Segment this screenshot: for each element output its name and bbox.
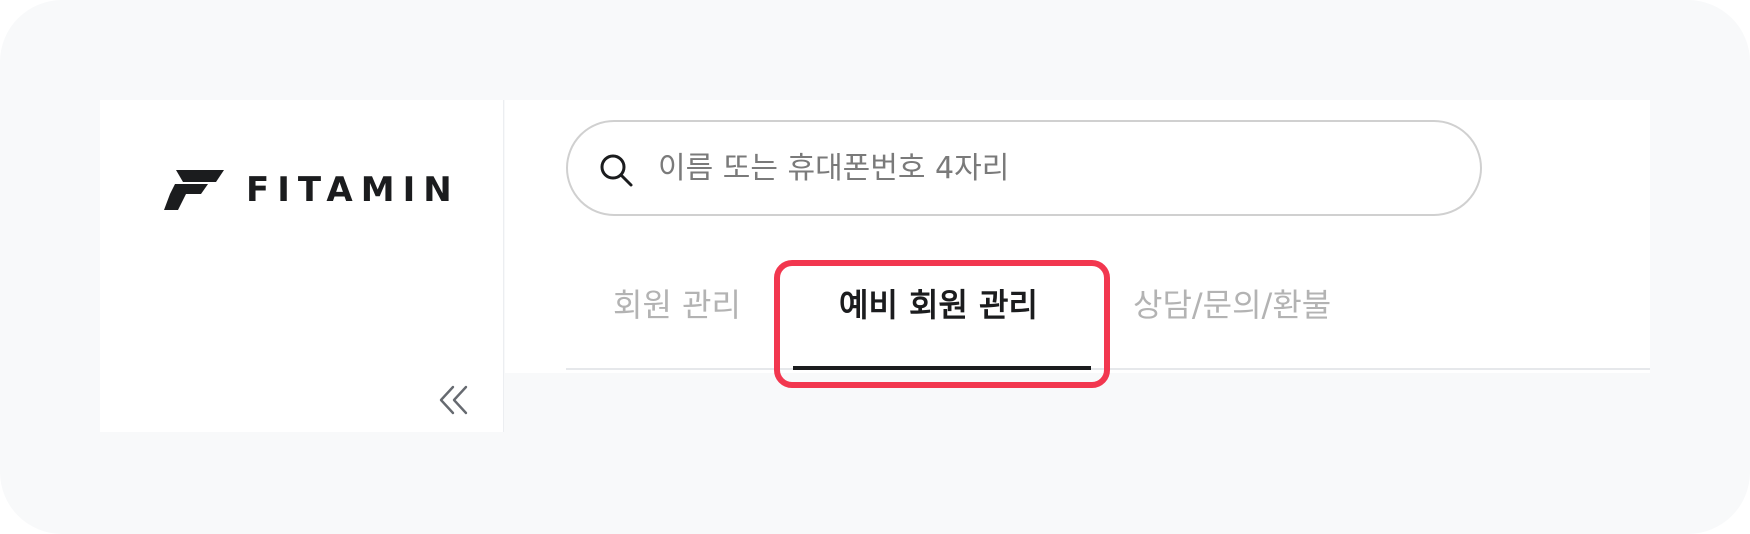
brand-name: FITAMIN (246, 170, 460, 210)
brand-logo[interactable]: FITAMIN (164, 170, 460, 210)
highlight-box (774, 260, 1110, 388)
search-input[interactable] (658, 142, 1438, 194)
fitamin-logo-mark-icon (164, 170, 224, 210)
page-background: FITAMIN 회원 관리 예비 회원 관리 상담/문의/환불 (0, 0, 1750, 534)
double-chevron-left-icon (439, 385, 468, 415)
tab-consultation-inquiry-refund[interactable]: 상담/문의/환불 (1133, 280, 1331, 330)
tab-member-management[interactable]: 회원 관리 (613, 280, 741, 330)
sidebar-collapse-button[interactable] (436, 382, 472, 418)
sidebar: FITAMIN (100, 100, 504, 432)
search-bar[interactable] (566, 120, 1482, 216)
search-icon (598, 152, 634, 188)
